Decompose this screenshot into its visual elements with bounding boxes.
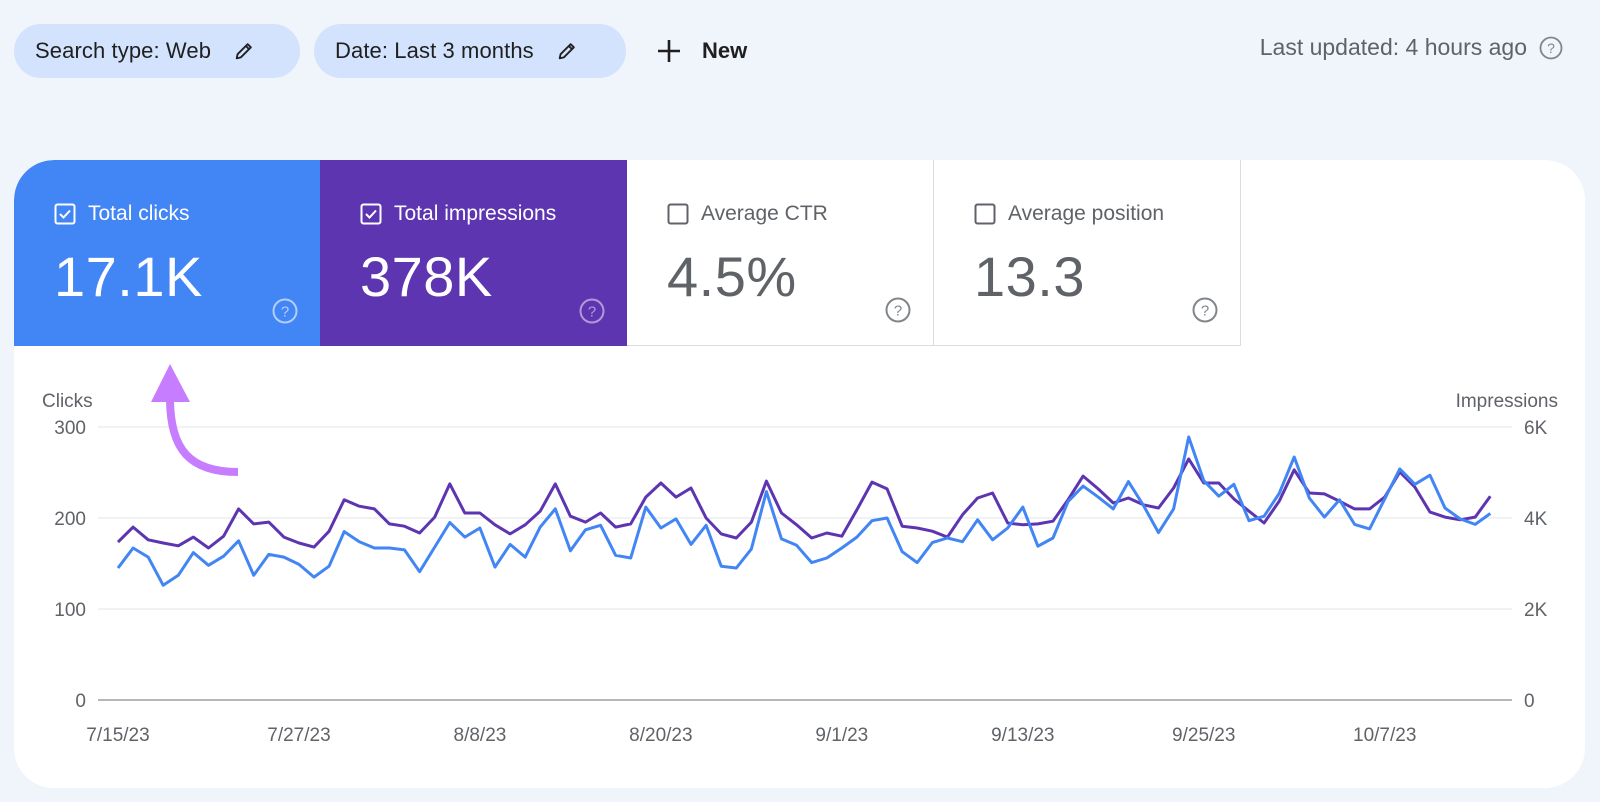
x-tick-label: 7/15/23 xyxy=(86,725,149,746)
x-tick-label: 8/8/23 xyxy=(454,725,507,746)
y-tick-right: 2K xyxy=(1524,600,1548,621)
y-tick-left: 200 xyxy=(54,509,86,530)
right-axis-label: Impressions xyxy=(1456,391,1558,412)
x-tick-label: 7/27/23 xyxy=(267,725,330,746)
series-line-clicks[interactable] xyxy=(116,435,1492,587)
curved-arrow-up-icon xyxy=(166,397,239,476)
series-line-impressions[interactable] xyxy=(116,457,1492,550)
y-tick-right: 0 xyxy=(1524,691,1535,712)
x-tick-label: 9/1/23 xyxy=(815,725,868,746)
left-axis-label: Clicks xyxy=(42,391,93,412)
arrow-head xyxy=(151,364,190,402)
x-tick-label: 9/25/23 xyxy=(1172,725,1235,746)
y-tick-right: 6K xyxy=(1524,418,1548,439)
x-tick-label: 10/7/23 xyxy=(1353,725,1416,746)
x-tick-label: 9/13/23 xyxy=(991,725,1054,746)
x-tick-label: 8/20/23 xyxy=(629,725,692,746)
y-tick-left: 300 xyxy=(54,418,86,439)
y-tick-left: 100 xyxy=(54,600,86,621)
y-tick-right: 4K xyxy=(1524,509,1548,530)
performance-chart[interactable]: Clicks Impressions 300 200 100 0 6K 4K 2K 0 7/… xyxy=(0,0,1600,802)
annotation-arrow xyxy=(151,364,239,476)
y-tick-left: 0 xyxy=(75,691,86,712)
